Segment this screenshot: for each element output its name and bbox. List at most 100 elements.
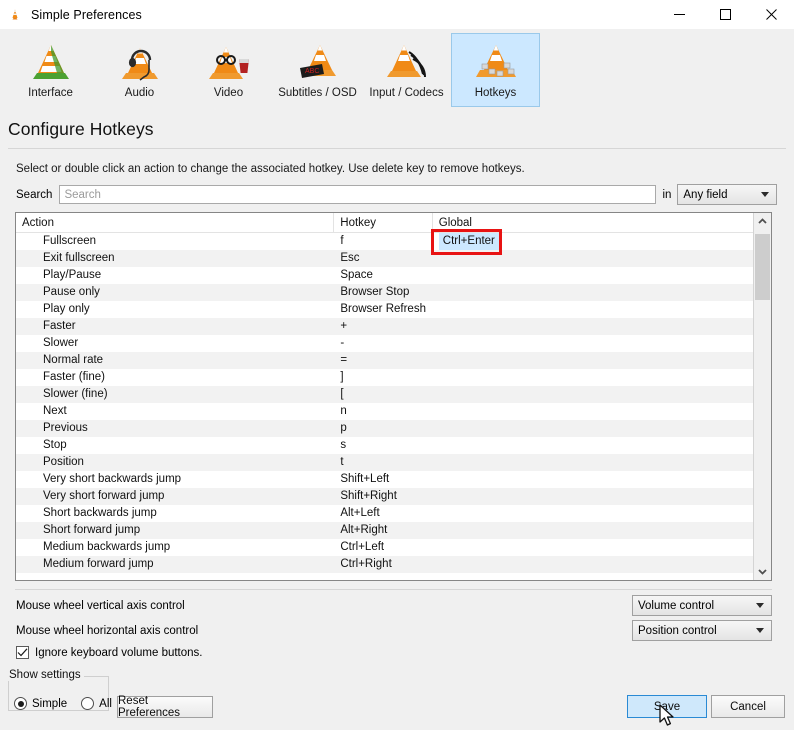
mouse-wheel-horizontal-row: Mouse wheel horizontal axis control Posi… (16, 620, 772, 641)
table-header-row: Action Hotkey Global (16, 213, 753, 233)
cell-global (433, 437, 753, 454)
scroll-up-button[interactable] (754, 213, 771, 230)
cell-hotkey: - (340, 337, 345, 349)
scrollbar-thumb[interactable] (755, 234, 770, 300)
toolbar-item-input-codecs[interactable]: Input / Codecs (362, 33, 451, 107)
table-row[interactable]: Medium backwards jump Ctrl+Left (16, 539, 753, 556)
vlc-cone-subtitles-icon: ABC (299, 45, 336, 78)
radio-all-label: All (99, 697, 112, 710)
column-header-hotkey[interactable]: Hotkey (334, 213, 433, 233)
table-row[interactable]: Short backwards jump Alt+Left (16, 505, 753, 522)
mouse-wheel-horizontal-dropdown[interactable]: Position control (632, 620, 772, 641)
close-button[interactable] (748, 0, 794, 29)
vlc-cone-video-icon (208, 47, 249, 79)
cell-global (433, 284, 753, 301)
table-row[interactable]: Play only Browser Refresh (16, 301, 753, 318)
maximize-icon (719, 9, 731, 20)
cell-action: Exit fullscreen (43, 252, 115, 264)
toolbar-item-audio[interactable]: Audio (95, 33, 184, 107)
cell-hotkey: Shift+Left (340, 473, 390, 485)
table-row[interactable]: Medium forward jump Ctrl+Right (16, 556, 753, 573)
cell-action: Play/Pause (43, 269, 102, 281)
cell-action: Stop (43, 439, 67, 451)
chevron-down-icon (756, 628, 764, 633)
cell-global (433, 420, 753, 437)
table-row[interactable]: Exit fullscreen Esc (16, 250, 753, 267)
toolbar-item-video[interactable]: Video (184, 33, 273, 107)
table-row[interactable]: Slower - (16, 335, 753, 352)
page-title: Configure Hotkeys (8, 119, 154, 139)
cell-global (433, 539, 753, 556)
table-row[interactable]: Next n (16, 403, 753, 420)
cell-global (433, 488, 753, 505)
table-scrollbar[interactable] (753, 213, 771, 580)
toolbar-item-label: Video (213, 87, 244, 99)
cell-hotkey: Alt+Left (340, 507, 380, 519)
cell-hotkey: Ctrl+Left (340, 541, 385, 553)
mouse-wheel-vertical-dropdown[interactable]: Volume control (632, 595, 772, 616)
table-row[interactable]: Pause only Browser Stop (16, 284, 753, 301)
search-input[interactable] (59, 185, 657, 204)
cell-action: Very short backwards jump (43, 473, 182, 485)
minimize-button[interactable] (656, 0, 702, 29)
cell-action: Pause only (43, 286, 100, 298)
table-row[interactable]: Faster (fine)] (16, 369, 753, 386)
cell-global (433, 335, 753, 352)
cell-action: Medium forward jump (43, 558, 154, 570)
vlc-cone-hotkeys-icon (475, 45, 516, 77)
search-field-dropdown[interactable]: Any field (677, 184, 778, 205)
minimize-icon (673, 14, 685, 15)
cell-global (433, 301, 753, 318)
vlc-cone-icon (12, 9, 18, 19)
ignore-volume-checkbox[interactable] (16, 646, 29, 659)
table-rows: Fullscreen f Ctrl+Enter Exit fullscreen Esc P… (16, 233, 753, 573)
toolbar-item-label: Hotkeys (474, 87, 517, 99)
cell-global (433, 352, 753, 369)
mouse-wheel-vertical-value: Volume control (638, 599, 715, 612)
ignore-volume-row[interactable]: Ignore keyboard volume buttons. (16, 646, 203, 659)
table-row[interactable]: Stop s (16, 437, 753, 454)
cell-global (433, 522, 753, 539)
table-row[interactable]: Short forward jump Alt+Right (16, 522, 753, 539)
vlc-cone-audio-icon (121, 48, 158, 81)
table-row[interactable]: Very short backwards jump Shift+Left (16, 471, 753, 488)
hotkeys-table: Action Hotkey Global Fullscreen f Ctrl+Ent… (15, 212, 772, 581)
cell-action: Position (43, 456, 84, 468)
cell-hotkey: f (340, 235, 344, 247)
cell-global (433, 505, 753, 522)
maximize-button[interactable] (702, 0, 748, 29)
toolbar-item-subtitles[interactable]: ABC Subtitles / OSD (273, 33, 362, 107)
chevron-down-icon (761, 192, 770, 197)
table-row[interactable]: Fullscreen f Ctrl+Enter (16, 233, 753, 250)
toolbar-item-interface[interactable]: Interface (6, 33, 95, 107)
table-row[interactable]: Position t (16, 454, 753, 471)
table-row[interactable]: Faster + (16, 318, 753, 335)
cell-action: Next (43, 405, 67, 417)
table-row[interactable]: Slower (fine) [ (16, 386, 753, 403)
save-button[interactable]: Save (627, 695, 707, 718)
cell-hotkey: Browser Stop (340, 286, 410, 298)
table-footer-divider (15, 589, 772, 590)
search-label: Search (16, 188, 53, 201)
scroll-down-button[interactable] (754, 563, 771, 580)
title-bar: Simple Preferences (0, 0, 794, 29)
table-row[interactable]: Very short forward jump Shift+Right (16, 488, 753, 505)
radio-simple[interactable] (14, 697, 27, 710)
cell-global (433, 403, 753, 420)
column-header-global[interactable]: Global (433, 213, 753, 233)
cancel-button[interactable]: Cancel (711, 695, 785, 718)
ignore-volume-label: Ignore keyboard volume buttons. (35, 646, 203, 659)
mouse-wheel-vertical-row: Mouse wheel vertical axis control Volume… (16, 595, 772, 616)
column-header-action[interactable]: Action (16, 213, 335, 233)
table-row[interactable]: Normal rate = (16, 352, 753, 369)
reset-preferences-button[interactable]: Reset Preferences (117, 695, 213, 719)
toolbar-item-hotkeys[interactable]: Hotkeys (451, 33, 540, 107)
toolbar-item-label: Audio (124, 87, 155, 99)
cell-hotkey: = (340, 354, 348, 366)
global-hotkey-value: Ctrl+Enter (438, 233, 499, 250)
mouse-wheel-horizontal-label: Mouse wheel horizontal axis control (16, 624, 199, 637)
table-row[interactable]: Play/Pause Space (16, 267, 753, 284)
table-row[interactable]: Previous p (16, 420, 753, 437)
radio-all[interactable] (81, 697, 95, 710)
toolbar-item-label: Interface (28, 87, 73, 99)
